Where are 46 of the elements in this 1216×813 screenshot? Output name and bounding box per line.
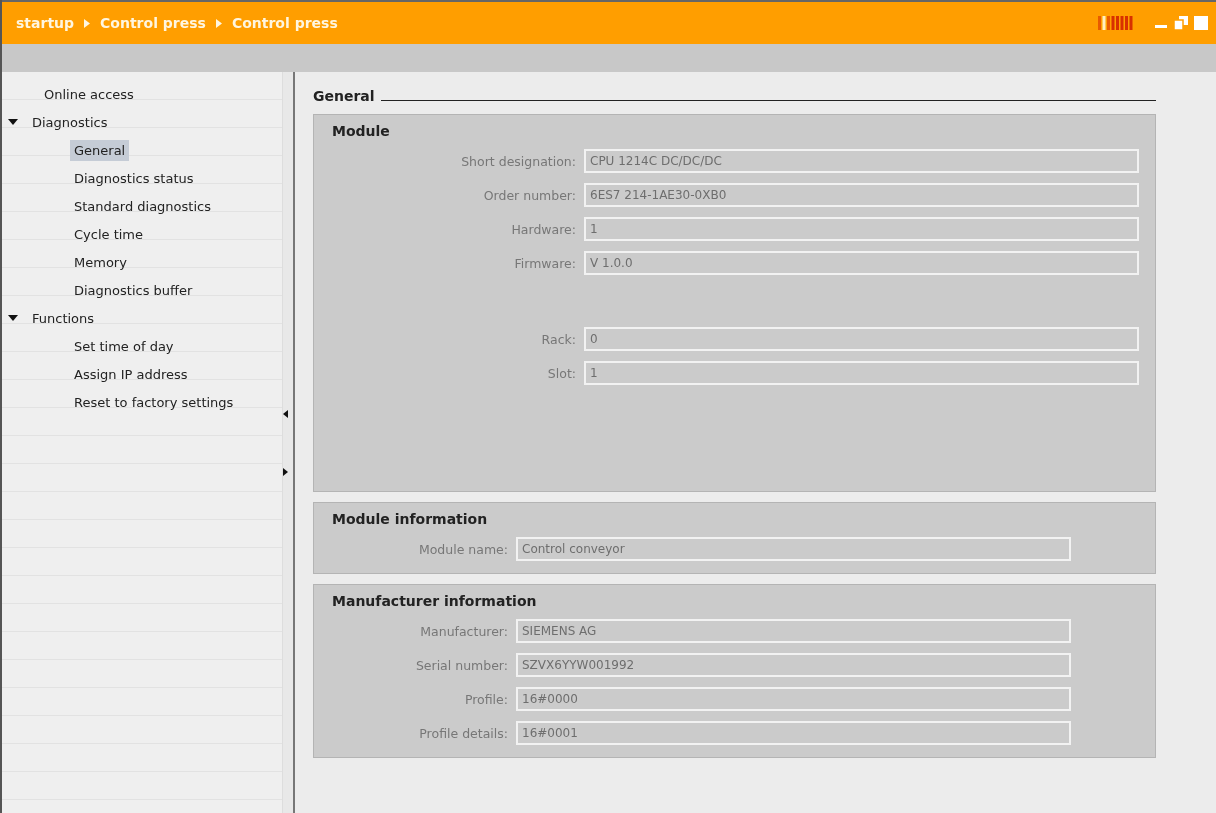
- field-label: Profile details:: [418, 725, 508, 741]
- input-field[interactable]: 1: [584, 361, 1139, 385]
- tree-item[interactable]: Set time of day: [70, 335, 178, 357]
- input-field[interactable]: 0: [584, 327, 1139, 351]
- expand-arrow-icon[interactable]: [8, 314, 18, 322]
- input-field[interactable]: 16#0001: [516, 721, 1071, 745]
- field-label: Slot:: [546, 365, 576, 381]
- tree-item[interactable]: Online access: [40, 83, 138, 105]
- tree-item[interactable]: Diagnostics buffer: [70, 279, 197, 301]
- input-field[interactable]: CPU 1214C DC/DC/DC: [584, 149, 1139, 173]
- field-label: Hardware:: [510, 221, 576, 237]
- breadcrumb-item[interactable]: startup: [16, 15, 75, 31]
- input-field[interactable]: 6ES7 214-1AE30-0XB0: [584, 183, 1139, 207]
- field-label: Serial number:: [414, 657, 508, 673]
- tree-item[interactable]: Standard diagnostics: [70, 195, 215, 217]
- field-label: Manufacturer:: [419, 623, 508, 639]
- breadcrumb-arrow-icon: [215, 18, 222, 28]
- input-field[interactable]: Control conveyor: [516, 537, 1071, 561]
- expand-arrow-icon[interactable]: [8, 118, 18, 126]
- section-title: Module information: [332, 511, 489, 527]
- input-field[interactable]: SIEMENS AG: [516, 619, 1071, 643]
- tree-item[interactable]: Assign IP address: [70, 363, 192, 385]
- tree-item[interactable]: Diagnostics: [28, 111, 112, 133]
- field-label: Short designation:: [460, 153, 576, 169]
- input-field[interactable]: V 1.0.0: [584, 251, 1139, 275]
- page-title: General: [313, 88, 375, 104]
- input-field[interactable]: 16#0000: [516, 687, 1071, 711]
- field-label: Rack:: [540, 331, 576, 347]
- tree-item[interactable]: Functions: [28, 307, 99, 329]
- field-label: Firmware:: [513, 255, 576, 271]
- tree-item[interactable]: Diagnostics status: [70, 167, 198, 189]
- input-field[interactable]: SZVX6YYW001992: [516, 653, 1071, 677]
- field-label: Profile:: [463, 691, 508, 707]
- input-field[interactable]: 1: [584, 217, 1139, 241]
- section-title: Manufacturer information: [332, 593, 538, 609]
- breadcrumb-item[interactable]: Control press: [231, 15, 338, 31]
- tree-item[interactable]: General: [70, 139, 130, 161]
- tree-item[interactable]: Memory: [70, 251, 131, 273]
- field-label: Module name:: [417, 541, 508, 557]
- tree-item[interactable]: Cycle time: [70, 223, 148, 245]
- field-label: Order number:: [482, 187, 576, 203]
- breadcrumb-item[interactable]: Control press: [100, 15, 206, 31]
- tree-item[interactable]: Reset to factory settings: [70, 391, 238, 413]
- section-title: Module: [332, 123, 391, 139]
- status-bars-icon: [1098, 16, 1134, 30]
- breadcrumb-arrow-icon: [84, 18, 91, 28]
